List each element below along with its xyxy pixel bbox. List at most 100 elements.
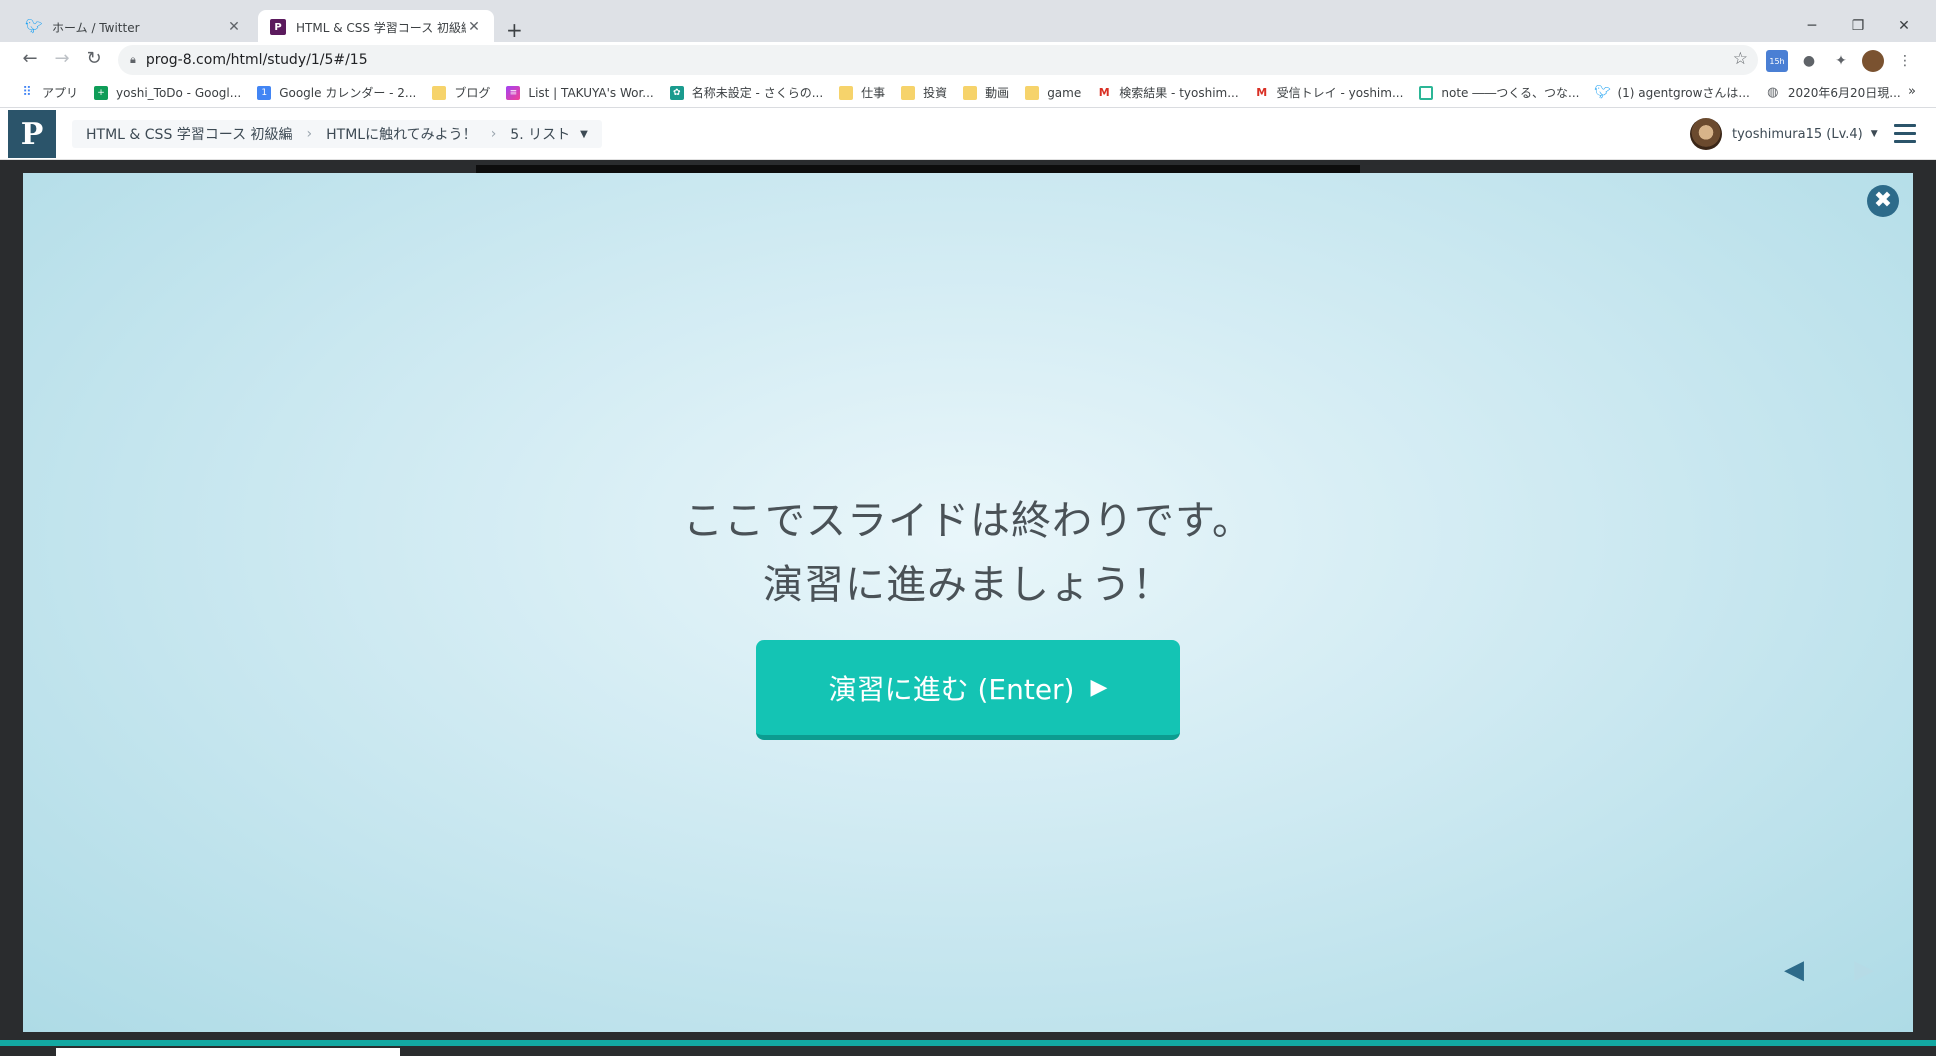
- progress-bar: [0, 1040, 1936, 1046]
- close-tab-icon[interactable]: ✕: [466, 19, 482, 35]
- sheets-icon: +: [94, 85, 109, 100]
- bottom-panel: [56, 1048, 400, 1056]
- bookmark-item[interactable]: ブログ: [432, 84, 490, 101]
- slide-message-line2: 演習に進みましょう！: [763, 562, 1173, 608]
- slide-message: ここでスライドは終わりです。 演習に進みましょう！: [23, 489, 1913, 617]
- apps-icon: ⠿: [22, 85, 32, 100]
- username: tyoshimura15 (Lv.4): [1732, 126, 1863, 142]
- minimize-button[interactable]: ─: [1792, 18, 1832, 34]
- prev-slide-icon[interactable]: ◀: [1779, 955, 1809, 985]
- gmail-icon: M: [1098, 86, 1110, 99]
- bookmark-label: List | TAKUYA's Wor...: [528, 85, 654, 100]
- lock-icon: 🔒︎: [130, 53, 136, 66]
- note-icon: [1419, 85, 1434, 100]
- restore-button[interactable]: ❐: [1838, 18, 1878, 34]
- folder-icon: [839, 85, 854, 100]
- url-text: prog-8.com/html/study/1/5#/15: [145, 52, 368, 68]
- avatar: [1690, 118, 1722, 150]
- next-slide-icon[interactable]: ▶: [1849, 955, 1879, 985]
- bookmark-label: 2020年6月20日現...: [1787, 86, 1901, 100]
- browser-chrome: 🐦︎ ホーム / Twitter ✕ P HTML & CSS 学習コース 初級…: [0, 0, 1936, 108]
- forward-button[interactable]: →: [50, 48, 74, 69]
- close-tab-icon[interactable]: ✕: [226, 19, 242, 35]
- bookmarks-bar: ⠿ アプリ + yoshi_ToDo - Googl... 1 Google カレンダ…: [0, 78, 1936, 108]
- bookmark-label: 動画: [985, 86, 1010, 100]
- bookmark-item[interactable]: 仕事: [839, 84, 885, 101]
- tab-title: ホーム / Twitter: [52, 20, 140, 35]
- list-icon: ≡: [506, 85, 521, 100]
- more-bookmarks-icon[interactable]: »: [1908, 84, 1916, 99]
- extension-badge[interactable]: 15h: [1766, 50, 1788, 72]
- bookmark-item[interactable]: M 検索結果 - tyoshim...: [1097, 84, 1239, 101]
- folder-icon: [901, 85, 916, 100]
- bookmark-label: 投資: [923, 86, 948, 100]
- bookmark-label: ブログ: [454, 86, 491, 100]
- slide-modal: ✖ ここでスライドは終わりです。 演習に進みましょう！ 演習に進む (Enter…: [23, 173, 1913, 1032]
- bookmark-label: 検索結果 - tyoshim...: [1119, 86, 1239, 100]
- folder-icon: [963, 85, 978, 100]
- bookmark-label: yoshi_ToDo - Googl...: [116, 85, 242, 100]
- bookmark-label: アプリ: [42, 86, 79, 100]
- caret-down-icon: ▼: [1870, 129, 1878, 139]
- caret-down-icon[interactable]: ▼: [580, 129, 588, 140]
- extension-icon[interactable]: ●: [1798, 50, 1820, 72]
- folder-icon: [1025, 85, 1040, 100]
- bookmark-item[interactable]: 🐦︎ (1) agentgrowさんは...: [1594, 84, 1750, 101]
- bookmark-label: 仕事: [861, 86, 886, 100]
- calendar-icon: 1: [257, 85, 272, 100]
- bookmark-label: 名称未設定 - さくらの...: [691, 86, 824, 100]
- puzzle-icon[interactable]: ✦: [1830, 50, 1852, 72]
- bookmark-star-icon[interactable]: ☆: [1733, 49, 1748, 69]
- progate-logo[interactable]: P: [8, 110, 56, 158]
- bookmark-item[interactable]: 投資: [901, 84, 947, 101]
- menu-kebab-icon[interactable]: ⋮: [1894, 50, 1916, 72]
- proceed-button-label: 演習に進む (Enter): [828, 672, 1075, 706]
- bookmark-item[interactable]: game: [1025, 85, 1082, 100]
- close-icon[interactable]: ✖: [1867, 185, 1899, 217]
- bookmark-item[interactable]: note ――つくる、つな...: [1419, 84, 1579, 101]
- bookmark-item[interactable]: + yoshi_ToDo - Googl...: [94, 85, 242, 100]
- bookmark-item[interactable]: M 受信トレイ - yoshim...: [1255, 84, 1404, 101]
- breadcrumb-chapter[interactable]: HTMLに触れてみよう！: [326, 124, 477, 144]
- close-window-button[interactable]: ✕: [1884, 18, 1924, 34]
- breadcrumb-lesson[interactable]: 5. リスト: [510, 124, 570, 144]
- globe-icon: ◍: [1767, 85, 1779, 100]
- bookmark-item[interactable]: ◍ 2020年6月20日現...: [1766, 84, 1901, 101]
- browser-toolbar: ← → ↻ 🔒︎ prog-8.com/html/study/1/5#/15 ☆…: [0, 42, 1936, 78]
- breadcrumb: HTML & CSS 学習コース 初級編 › HTMLに触れてみよう！ › 5.…: [72, 120, 602, 148]
- bookmark-item[interactable]: 1 Google カレンダー - 2...: [257, 84, 416, 101]
- bookmark-label: 受信トレイ - yoshim...: [1276, 86, 1404, 100]
- user-menu[interactable]: tyoshimura15 (Lv.4) ▼: [1690, 118, 1878, 150]
- twitter-icon: 🐦︎: [1594, 85, 1611, 100]
- address-bar[interactable]: 🔒︎ prog-8.com/html/study/1/5#/15 ☆: [118, 45, 1758, 75]
- proceed-to-exercise-button[interactable]: 演習に進む (Enter) ▶: [756, 640, 1180, 740]
- hamburger-menu-icon[interactable]: [1894, 124, 1916, 148]
- site-header: P HTML & CSS 学習コース 初級編 › HTMLに触れてみよう！ › …: [0, 108, 1936, 160]
- tab-twitter[interactable]: 🐦︎ ホーム / Twitter ✕: [14, 10, 254, 44]
- reload-button[interactable]: ↻: [82, 48, 106, 69]
- bookmark-label: game: [1047, 85, 1082, 100]
- bookmark-label: note ――つくる、つな...: [1441, 86, 1580, 100]
- breadcrumb-course[interactable]: HTML & CSS 学習コース 初級編: [86, 124, 293, 144]
- slide-message-line1: ここでスライドは終わりです。: [683, 498, 1253, 544]
- twitter-icon: 🐦︎: [25, 19, 43, 35]
- play-icon: ▶: [1090, 675, 1108, 700]
- tab-progate[interactable]: P HTML & CSS 学習コース 初級編 | ブ ✕: [258, 10, 494, 44]
- profile-avatar[interactable]: [1862, 50, 1884, 72]
- gmail-icon: M: [1256, 86, 1268, 99]
- back-button[interactable]: ←: [18, 48, 42, 69]
- bookmark-item[interactable]: 動画: [963, 84, 1009, 101]
- chevron-right-icon: ›: [306, 126, 313, 142]
- bookmark-label: (1) agentgrowさんは...: [1617, 86, 1750, 100]
- bookmark-label: Google カレンダー - 2...: [279, 86, 417, 100]
- progate-icon: P: [270, 19, 286, 35]
- bookmark-item[interactable]: ≡ List | TAKUYA's Wor...: [506, 85, 654, 100]
- tab-title: HTML & CSS 学習コース 初級編 | ブ: [296, 20, 466, 35]
- sakura-icon: ✿: [669, 85, 684, 100]
- bookmark-item[interactable]: ⠿ アプリ: [20, 84, 78, 101]
- chevron-right-icon: ›: [490, 126, 497, 142]
- tab-strip: 🐦︎ ホーム / Twitter ✕ P HTML & CSS 学習コース 初級…: [0, 8, 1936, 44]
- new-tab-button[interactable]: +: [506, 18, 523, 42]
- bookmark-item[interactable]: ✿ 名称未設定 - さくらの...: [669, 84, 824, 101]
- folder-icon: [432, 85, 447, 100]
